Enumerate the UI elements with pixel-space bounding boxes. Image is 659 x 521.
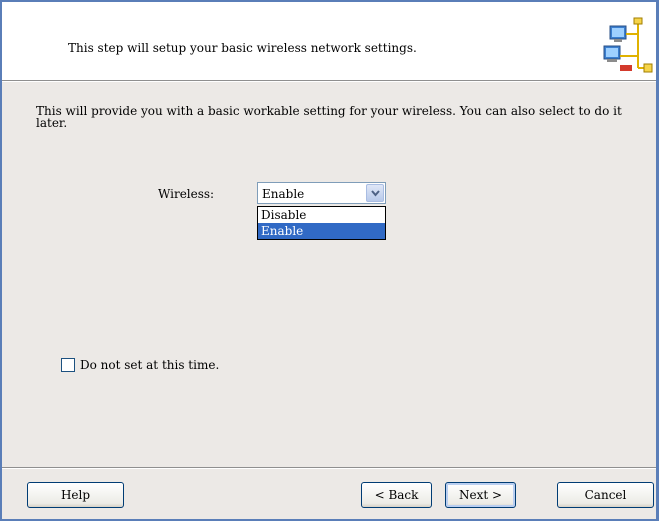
do-not-set-label[interactable]: Do not set at this time. — [80, 358, 219, 372]
network-computers-icon — [594, 16, 656, 76]
wireless-label: Wireless: — [158, 187, 215, 201]
cancel-button[interactable]: Cancel — [557, 482, 654, 508]
back-button[interactable]: < Back — [361, 482, 432, 508]
next-button[interactable]: Next > — [445, 482, 516, 508]
wireless-option-disable[interactable]: Disable — [258, 207, 385, 223]
wizard-header: This step will setup your basic wireless… — [2, 2, 656, 80]
wireless-select-value: Enable — [262, 187, 305, 201]
wizard-body — [2, 82, 656, 467]
wireless-option-enable[interactable]: Enable — [258, 223, 385, 239]
wireless-select[interactable]: Enable — [257, 182, 386, 204]
header-text: This step will setup your basic wireless… — [68, 41, 417, 55]
help-button[interactable]: Help — [27, 482, 124, 508]
description-text: This will provide you with a basic worka… — [36, 104, 622, 130]
do-not-set-checkbox[interactable] — [61, 358, 75, 372]
chevron-down-icon[interactable] — [366, 184, 384, 202]
wireless-dropdown-list: Disable Enable — [257, 206, 386, 240]
